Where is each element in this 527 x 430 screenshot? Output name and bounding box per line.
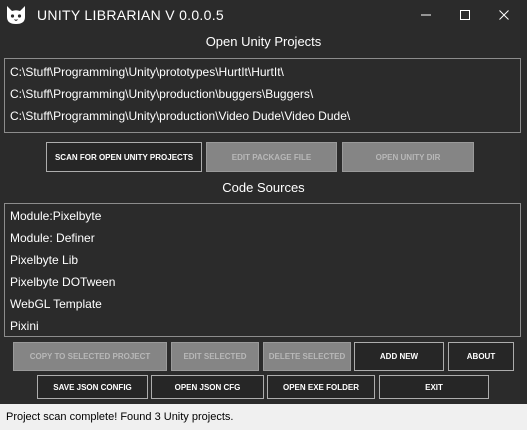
open-exe-folder-button[interactable]: OPEN EXE FOLDER — [267, 375, 375, 399]
edit-selected-button[interactable]: EDIT SELECTED — [171, 342, 259, 371]
list-item[interactable]: C:\Stuff\Programming\Unity\prototypes\Hu… — [5, 61, 520, 83]
status-bar: Project scan complete! Found 3 Unity pro… — [0, 404, 527, 430]
minimize-button[interactable] — [408, 0, 444, 30]
list-item[interactable]: Pixelbyte Lib — [5, 249, 520, 271]
window-title: UNITY LIBRARIAN V 0.0.0.5 — [37, 7, 224, 23]
open-unity-dir-button[interactable]: OPEN UNITY DIR — [342, 142, 474, 172]
list-item[interactable]: Pixini — [5, 315, 520, 337]
edit-package-button[interactable]: EDIT PACKAGE FILE — [206, 142, 337, 172]
list-item[interactable]: Module: Definer — [5, 227, 520, 249]
list-item[interactable]: Pixelbyte DOTween — [5, 271, 520, 293]
list-item[interactable]: C:\Stuff\Programming\Unity\production\Vi… — [5, 105, 520, 127]
exit-button[interactable]: EXIT — [379, 375, 489, 399]
open-projects-label: Open Unity Projects — [205, 34, 322, 49]
about-button[interactable]: ABOUT — [448, 342, 514, 371]
code-sources-label: Code Sources — [222, 180, 305, 195]
delete-selected-button[interactable]: DELETE SELECTED — [263, 342, 351, 371]
maximize-button[interactable] — [447, 0, 483, 30]
cat-icon — [7, 6, 25, 24]
close-button[interactable] — [486, 0, 522, 30]
copy-to-project-button[interactable]: COPY TO SELECTED PROJECT — [13, 342, 167, 371]
minimize-icon — [421, 14, 431, 16]
list-item[interactable]: C:\Stuff\Programming\Unity\production\bu… — [5, 83, 520, 105]
save-json-config-button[interactable]: SAVE JSON CONFIG — [37, 375, 148, 399]
scan-projects-button[interactable]: SCAN FOR OPEN UNITY PROJECTS — [46, 142, 202, 172]
close-icon — [499, 10, 509, 20]
status-text: Project scan complete! Found 3 Unity pro… — [6, 411, 234, 423]
list-item[interactable]: WebGL Template — [5, 293, 520, 315]
add-new-button[interactable]: ADD NEW — [354, 342, 444, 371]
title-bar[interactable]: UNITY LIBRARIAN V 0.0.0.5 — [0, 0, 527, 30]
maximize-icon — [460, 10, 470, 20]
code-sources-list[interactable]: Module:Pixelbyte Module: Definer Pixelby… — [4, 203, 521, 337]
open-json-cfg-button[interactable]: OPEN JSON CFG — [151, 375, 264, 399]
list-item[interactable]: Module:Pixelbyte — [5, 205, 520, 227]
open-projects-list[interactable]: C:\Stuff\Programming\Unity\prototypes\Hu… — [4, 58, 521, 133]
